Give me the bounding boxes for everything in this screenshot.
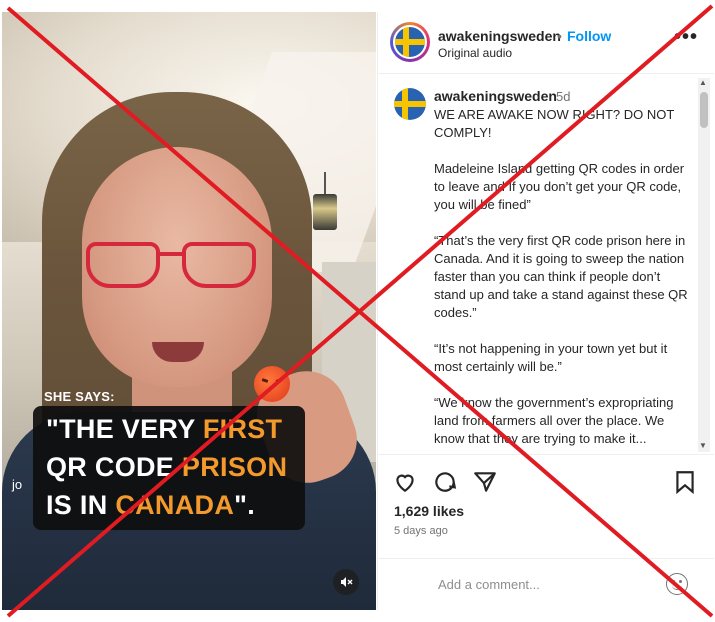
comment-paragraph: Madeleine Island getting QR codes in ord… [434, 161, 685, 212]
swedish-flag-icon [395, 27, 425, 57]
speaker-muted-icon [341, 577, 353, 587]
story-ring[interactable] [390, 22, 430, 62]
header-username[interactable]: awakeningsweden [438, 28, 561, 44]
add-comment-row [378, 558, 714, 610]
post-time: 5 days ago [394, 525, 448, 537]
angry-emoji-icon [254, 366, 290, 402]
comment-paragraph: “It’s not happening in your town yet but… [434, 341, 668, 374]
bookmark-icon[interactable] [672, 469, 698, 495]
comment-paragraph: “We know the government’s expropriating … [434, 395, 674, 446]
post-panel: awakeningsweden • Follow Original audio … [377, 12, 714, 610]
share-icon[interactable] [472, 469, 498, 495]
caption-line-1: "THE VERY FIRST [46, 414, 283, 444]
audio-link[interactable]: Original audio [438, 46, 512, 60]
post-header: awakeningsweden • Follow Original audio … [378, 12, 714, 74]
comment-username[interactable]: awakeningsweden [434, 88, 557, 104]
comment-scrollbar[interactable]: ▲ ▼ [698, 78, 710, 452]
comment-body: WE ARE AWAKE NOW RIGHT? DO NOT COMPLY! M… [434, 106, 690, 454]
emoji-picker-icon[interactable] [666, 573, 688, 595]
separator-dot: • [557, 28, 562, 44]
scroll-up-icon[interactable]: ▲ [699, 78, 707, 87]
comment-avatar[interactable] [394, 88, 426, 120]
caption-intro: SHE SAYS: [44, 389, 115, 404]
caption-line-2: QR CODE PRISON [46, 452, 288, 482]
comment-icon[interactable] [432, 469, 458, 495]
heart-icon[interactable] [392, 469, 418, 495]
comment-paragraph: “That’s the very first QR code prison he… [434, 233, 688, 320]
mute-button[interactable] [333, 569, 359, 595]
follow-button[interactable]: Follow [567, 28, 611, 44]
action-bar: 1,629 likes 5 days ago [378, 454, 714, 544]
pendant-lamp [310, 172, 340, 232]
caption-comment: awakeningsweden 5d WE ARE AWAKE NOW RIGH… [378, 74, 714, 454]
red-glasses [86, 238, 266, 294]
comment-time: 5d [556, 89, 571, 104]
scroll-thumb[interactable] [700, 92, 708, 128]
more-options-icon[interactable]: ••• [674, 26, 698, 49]
add-comment-input[interactable] [438, 573, 658, 595]
screenshot-frame: SHE SAYS: "THE VERY FIRST QR CODE PRISON… [0, 0, 715, 622]
like-count[interactable]: 1,629 likes [394, 503, 464, 519]
video-user-tag: jo [12, 477, 23, 492]
scroll-down-icon[interactable]: ▼ [699, 441, 707, 450]
profile-avatar[interactable] [393, 25, 427, 59]
caption-line-3: IS IN CANADA". [46, 490, 256, 520]
comment-paragraph: WE ARE AWAKE NOW RIGHT? DO NOT COMPLY! [434, 107, 675, 140]
swedish-flag-icon [394, 88, 426, 120]
